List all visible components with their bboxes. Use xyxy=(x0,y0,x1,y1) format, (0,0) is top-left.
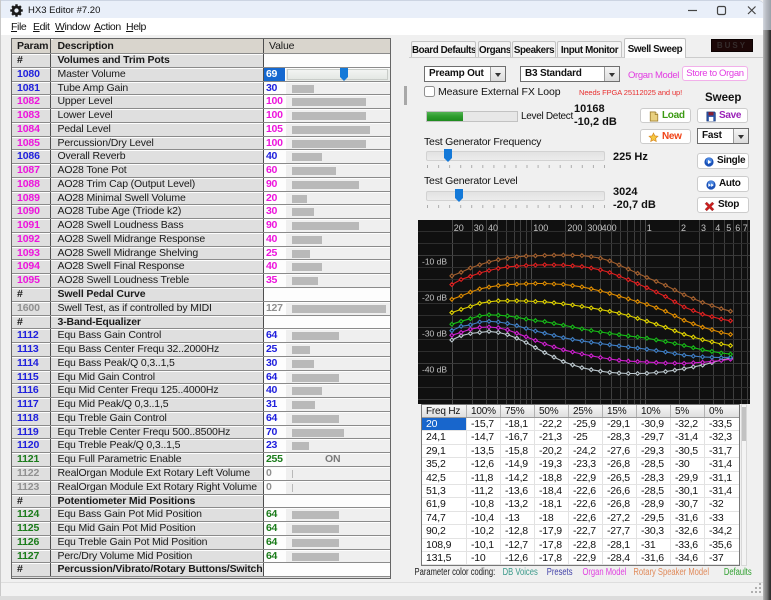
svg-text:300: 300 xyxy=(587,223,602,233)
svg-text:-20 dB: -20 dB xyxy=(422,292,447,302)
svg-text:200: 200 xyxy=(567,223,582,233)
svg-text:-40 dB: -40 dB xyxy=(422,364,447,374)
svg-text:30: 30 xyxy=(474,223,484,233)
svg-text:4: 4 xyxy=(715,223,720,233)
svg-text:400: 400 xyxy=(602,223,617,233)
svg-text:40: 40 xyxy=(488,223,498,233)
svg-text:7: 7 xyxy=(743,223,748,233)
svg-text:2: 2 xyxy=(681,223,686,233)
svg-text:-30 dB: -30 dB xyxy=(422,328,447,338)
svg-text:6: 6 xyxy=(735,223,740,233)
svg-text:20: 20 xyxy=(454,223,464,233)
svg-text:3: 3 xyxy=(701,223,706,233)
svg-text:1: 1 xyxy=(647,223,652,233)
svg-text:-10 dB: -10 dB xyxy=(422,256,447,266)
svg-text:5: 5 xyxy=(726,223,731,233)
svg-text:100: 100 xyxy=(533,223,548,233)
